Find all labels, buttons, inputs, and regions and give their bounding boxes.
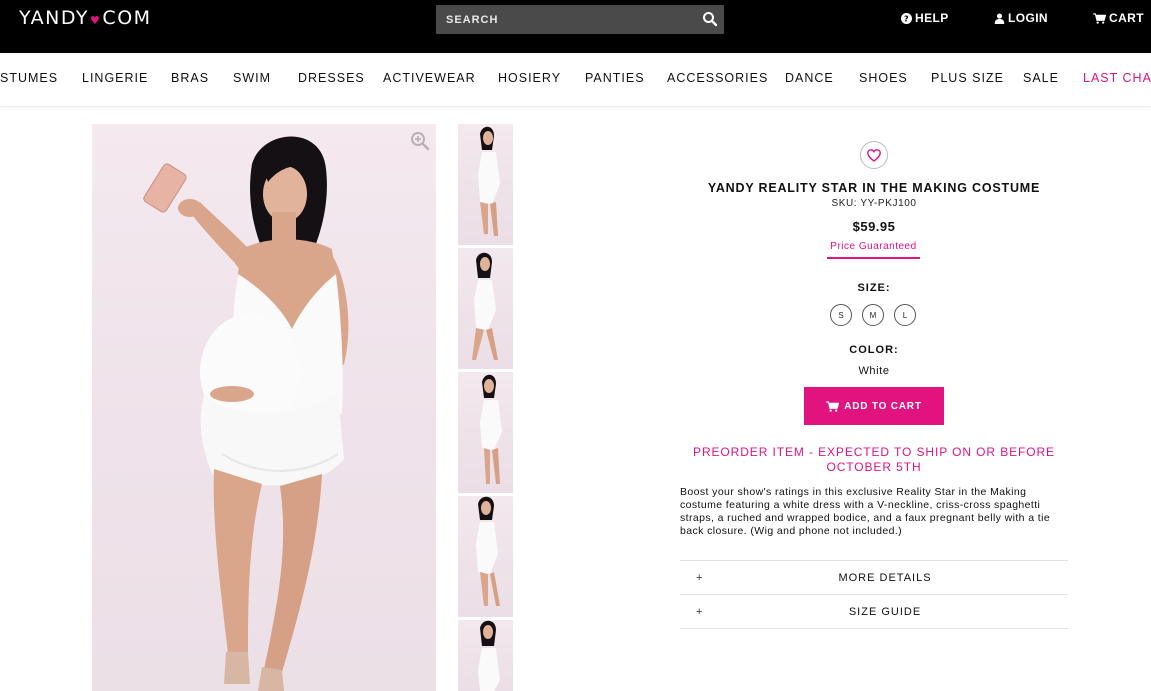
product-thumbnail[interactable] [458, 372, 513, 493]
accordion-label: SIZE GUIDE [848, 606, 922, 618]
zoom-in-icon[interactable] [410, 131, 430, 151]
cart-icon [826, 400, 840, 412]
nav-item-hosiery[interactable]: HOSIERY [498, 71, 561, 85]
user-icon [994, 12, 1005, 24]
nav-item-shoes[interactable]: SHOES [859, 71, 908, 85]
color-label: COLOR: [849, 344, 899, 356]
size-option-m[interactable]: M [862, 304, 884, 326]
logo-heart-icon: ♥ [90, 13, 102, 27]
color-value: White [858, 365, 890, 377]
model-figure [143, 136, 349, 691]
help-link[interactable]: ? HELP [901, 11, 949, 25]
product-description: Boost your show's ratings in this exclus… [680, 486, 1051, 537]
product-thumbnail[interactable] [458, 248, 513, 369]
search-input[interactable] [436, 5, 686, 34]
product-main-image[interactable] [92, 124, 436, 691]
size-option-l[interactable]: L [894, 304, 916, 326]
add-to-cart-label: ADD TO CART [844, 400, 922, 412]
nav-item-dresses[interactable]: DRESSES [298, 71, 365, 85]
nav-item-costumes[interactable]: STUMES [0, 71, 58, 85]
price-guaranteed-link[interactable]: Price Guaranteed [827, 241, 920, 259]
site-logo[interactable]: YANDY ♥ COM [19, 6, 152, 30]
nav-item-last-chance[interactable]: LAST CHAN [1083, 71, 1151, 85]
accordion-size-guide[interactable]: + SIZE GUIDE [680, 594, 1068, 628]
nav-item-lingerie[interactable]: LINGERIE [82, 71, 148, 85]
heart-icon [867, 148, 881, 162]
add-to-cart-button[interactable]: ADD TO CART [804, 387, 944, 425]
nav-item-plus-size[interactable]: PLUS SIZE [931, 71, 1004, 85]
login-link[interactable]: LOGIN [994, 11, 1048, 25]
nav-item-panties[interactable]: PANTIES [585, 71, 645, 85]
product-thumbnail[interactable] [458, 496, 513, 617]
product-price: $59.95 [852, 219, 896, 234]
product-title: YANDY REALITY STAR IN THE MAKING COSTUME [707, 181, 1041, 195]
product-thumbnail[interactable] [458, 124, 513, 245]
nav-item-accessories[interactable]: ACCESSORIES [667, 71, 768, 85]
accordion-label: MORE DETAILS [838, 572, 932, 584]
thumbnail-figure [478, 620, 500, 691]
nav-item-activewear[interactable]: ACTIVEWEAR [383, 71, 476, 85]
accordion-divider [680, 628, 1068, 629]
search-bar [436, 5, 724, 34]
accordion-more-details[interactable]: + MORE DETAILS [680, 560, 1068, 594]
wishlist-button[interactable] [860, 141, 888, 169]
size-option-s[interactable]: S [830, 304, 852, 326]
product-thumbnail[interactable] [458, 620, 513, 691]
product-sku: SKU: YY-PKJ100 [831, 198, 917, 209]
cart-link[interactable]: CART [1093, 11, 1144, 25]
cart-icon [1093, 12, 1106, 24]
thumbnail-figure [472, 252, 498, 360]
nav-item-dance[interactable]: DANCE [785, 71, 834, 85]
nav-item-sale[interactable]: SALE [1023, 71, 1059, 85]
thumbnail-figure [480, 374, 502, 484]
cart-label: CART [1109, 11, 1144, 25]
category-nav: STUMES LINGERIE BRAS SWIM DRESSES ACTIVE… [0, 53, 1151, 107]
top-header: YANDY♥COM ? HELP LOGIN CART [0, 0, 1151, 53]
nav-item-bras[interactable]: BRAS [171, 71, 209, 85]
login-label: LOGIN [1008, 11, 1048, 25]
thumbnail-figure [478, 126, 500, 236]
help-label: HELP [915, 11, 949, 25]
search-icon[interactable] [702, 11, 718, 27]
svg-text:?: ? [904, 13, 909, 23]
nav-item-swim[interactable]: SWIM [233, 71, 271, 85]
size-label: SIZE: [857, 282, 891, 294]
logo-text: YANDY [19, 7, 90, 29]
preorder-notice: PREORDER ITEM - EXPECTED TO SHIP ON OR B… [693, 445, 1055, 474]
question-circle-icon: ? [901, 12, 912, 24]
logo-suffix: COM [102, 7, 152, 29]
thumbnail-figure [476, 496, 500, 606]
